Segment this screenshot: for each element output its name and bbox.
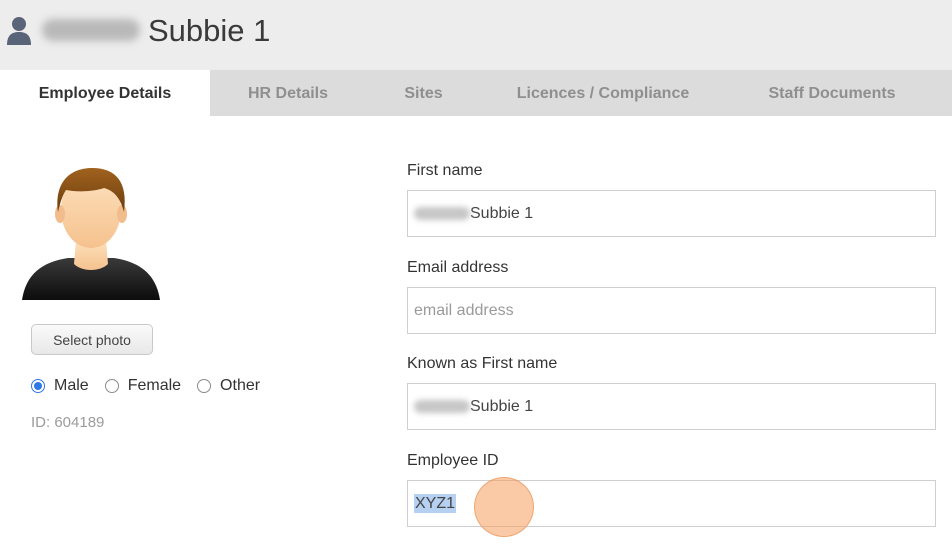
touch-indicator: [474, 477, 534, 537]
employee-id-value: XYZ1: [414, 494, 457, 513]
email-label: Email address: [407, 259, 509, 276]
tab-licences-compliance[interactable]: Licences / Compliance: [481, 70, 725, 116]
page-title: Subbie 1: [148, 13, 271, 48]
avatar: [22, 168, 160, 300]
known-as-value: Subbie 1: [470, 398, 534, 415]
tab-staff-documents[interactable]: Staff Documents: [725, 70, 939, 116]
tab-bar: Employee Details HR Details Sites Licenc…: [0, 70, 952, 116]
redacted-known-as: [414, 400, 470, 413]
gender-other-radio[interactable]: [197, 379, 212, 393]
employee-record-id: ID: 604189: [31, 414, 105, 431]
first-name-value: Subbie 1: [470, 205, 534, 222]
first-name-field[interactable]: Subbie 1: [407, 190, 936, 237]
gender-other-label: Other: [220, 377, 261, 394]
select-photo-button[interactable]: Select photo: [31, 324, 153, 355]
redacted-surname: [42, 19, 140, 41]
gender-radio-group: Male Female Other: [31, 376, 276, 396]
user-icon: [7, 17, 31, 45]
email-placeholder: email address: [414, 302, 514, 319]
gender-male-label: Male: [54, 377, 89, 394]
known-as-label: Known as First name: [407, 355, 558, 372]
email-field[interactable]: email address: [407, 287, 936, 334]
tab-hr-details[interactable]: HR Details: [210, 70, 366, 116]
tab-employee-details[interactable]: Employee Details: [0, 70, 210, 116]
gender-male-radio[interactable]: [31, 379, 45, 393]
page-header: Subbie 1: [0, 0, 952, 70]
employee-id-label: Employee ID: [407, 452, 499, 469]
gender-female-radio[interactable]: [104, 379, 119, 393]
first-name-label: First name: [407, 162, 483, 179]
tab-sites[interactable]: Sites: [366, 70, 481, 116]
known-as-field[interactable]: Subbie 1: [407, 383, 936, 430]
redacted-first-name: [414, 207, 470, 220]
gender-female-label: Female: [127, 377, 182, 394]
